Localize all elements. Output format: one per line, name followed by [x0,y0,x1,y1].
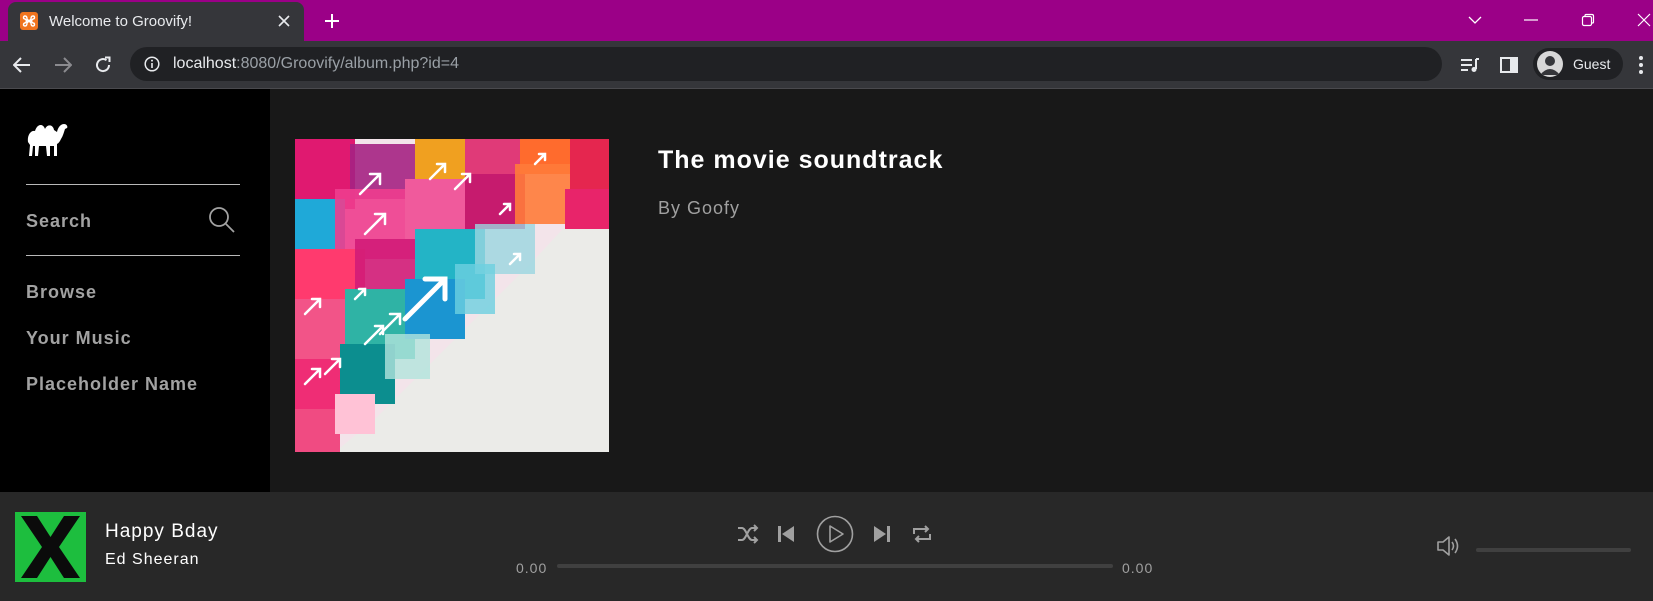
side-panel-icon[interactable] [1497,53,1521,77]
tab-search-chevron-down-icon[interactable] [1463,8,1487,32]
volume-slider[interactable] [1476,548,1631,552]
sidebar-divider-top [26,184,240,185]
now-playing-album-art [15,512,86,582]
now-playing-title[interactable]: Happy Bday [105,521,219,543]
forward-arrow-icon[interactable] [51,53,75,77]
xampp-favicon-icon [20,12,38,30]
now-playing-artist[interactable]: Ed Sheeran [105,551,200,569]
camel-logo-icon[interactable] [24,118,70,163]
url-text: localhost:8080/Groovify/album.php?id=4 [173,55,459,73]
volume-speaker-icon[interactable] [1436,534,1462,563]
browser-menu-icon[interactable] [1631,53,1651,77]
time-total: 0.00 [1122,560,1154,576]
sidebar-item-placeholder-name[interactable]: Placeholder Name [26,374,198,395]
browser-tab[interactable]: Welcome to Groovify! [8,2,304,41]
sidebar: Search Browse Your Music Placeholder Nam… [0,89,270,492]
address-bar[interactable]: localhost:8080/Groovify/album.php?id=4 [130,47,1442,81]
profile-label: Guest [1573,56,1611,72]
back-arrow-icon[interactable] [10,53,34,77]
sidebar-item-your-music[interactable]: Your Music [26,328,132,349]
album-artwork [295,139,609,452]
url-path: :8080/Groovify/album.php?id=4 [236,55,459,72]
time-elapsed: 0.00 [516,560,548,576]
restore-window-icon[interactable] [1576,8,1600,32]
album-page: The movie soundtrack By Goofy [270,89,1653,492]
sidebar-divider-bottom [26,255,240,256]
url-host: localhost [173,55,237,72]
browser-toolbar: localhost:8080/Groovify/album.php?id=4 G… [0,41,1653,89]
profile-button[interactable]: Guest [1533,48,1623,80]
play-button[interactable] [815,514,855,554]
search-icon[interactable] [208,206,236,239]
new-tab-plus-icon[interactable] [320,9,344,33]
tab-title: Welcome to Groovify! [49,13,193,30]
media-queue-icon[interactable] [1458,53,1482,77]
tab-close-icon[interactable] [274,11,294,31]
close-window-icon[interactable] [1632,8,1653,32]
site-info-icon[interactable] [144,56,160,77]
next-track-icon[interactable] [872,524,892,544]
album-title: The movie soundtrack [658,146,944,174]
sidebar-item-browse[interactable]: Browse [26,282,97,303]
progress-bar[interactable] [557,564,1113,568]
now-playing-bar: Happy Bday Ed Sheeran 0.00 0.00 [0,492,1653,601]
minimize-icon[interactable] [1519,8,1543,32]
browser-tab-strip: Welcome to Groovify! [0,0,1653,41]
shuffle-icon[interactable] [736,522,760,546]
sidebar-search-label[interactable]: Search [26,211,92,232]
guest-avatar-icon [1537,51,1563,77]
previous-track-icon[interactable] [776,524,796,544]
repeat-icon[interactable] [910,522,934,546]
album-artist[interactable]: By Goofy [658,198,740,219]
reload-icon[interactable] [91,53,115,77]
